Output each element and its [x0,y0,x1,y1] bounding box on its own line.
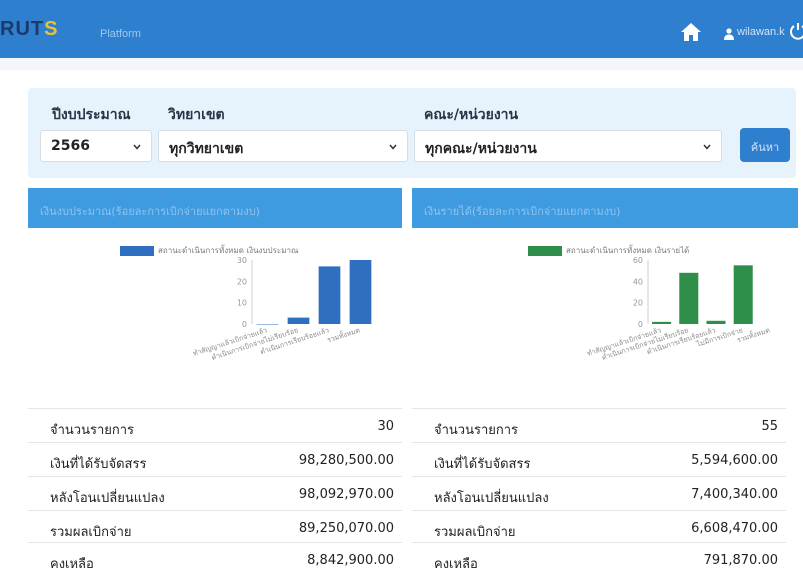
logout-icon[interactable] [790,22,803,40]
legend-swatch [120,245,154,256]
chart-bar[interactable] [706,320,726,324]
y-tick-label: 40 [633,277,643,286]
budget-card-header: เงินงบประมาณ(ร้อยละการเบิกจ่ายแยกตามงบ) [28,188,402,228]
year-label: ปีงบประมาณ [52,107,131,123]
y-tick-label: 10 [237,299,247,308]
faculty-label: คณะ/หน่วยงาน [424,107,519,123]
stat-value: 55 [761,419,778,434]
platform-label: Platform [100,28,141,40]
top-navbar: RUTS Platform wilawan.k [0,0,803,58]
stat-label: คงเหลือ [50,557,94,572]
year-select[interactable]: 2566 [40,130,152,162]
y-tick-label: 30 [237,256,247,265]
chart-bar[interactable] [679,272,699,324]
stat-label: หลังโอนเปลี่ยนแปลง [50,491,165,506]
faculty-select[interactable]: ทุกคณะ/หน่วยงาน [414,130,722,162]
chart-bar[interactable] [733,265,753,324]
legend-swatch [528,245,562,256]
revenue-bar-chart: 0204060ทำสัญญาแล้วเบิกจ่ายแล้วดำเนินการเ… [586,256,771,362]
stat-row: เงินที่ได้รับจัดสรร 98,280,500.00 [28,442,402,476]
chart-legend: สถานะดำเนินการทั้งหมด เงินงบประมาณ [120,244,298,257]
chevron-down-icon [389,144,397,150]
budget-status-chart: สถานะดำเนินการทั้งหมด เงินงบประมาณ 0 10 20… [28,236,402,406]
stat-row: จำนวนรายการ 30 [28,408,402,442]
chevron-down-icon [703,144,711,150]
filter-panel: ปีงบประมาณ 2566 วิทยาเขต ทุกวิทยาเขต คณะ… [28,88,796,178]
chart-legend: สถานะดำเนินการทั้งหมด เงินรายได้ [528,244,689,257]
stat-value: 98,280,500.00 [298,453,394,468]
stat-row: หลังโอนเปลี่ยนแปลง 7,400,340.00 [412,476,786,510]
budget-bar-chart: 0102030ทำสัญญาแล้วเบิกจ่ายแล้วดำเนินการเ… [192,256,372,362]
stat-row: รวมผลเบิกจ่าย 89,250,070.00 [28,510,402,544]
stat-row: เงินที่ได้รับจัดสรร 5,594,600.00 [412,442,786,476]
stat-row: หลังโอนเปลี่ยนแปลง 98,092,970.00 [28,476,402,510]
stat-label: รวมผลเบิกจ่าย [434,525,516,540]
stat-label: หลังโอนเปลี่ยนแปลง [434,491,549,506]
stat-label: เงินที่ได้รับจัดสรร [434,457,531,472]
x-tick-label: รวมทั้งหมด [325,323,361,344]
stat-label: เงินที่ได้รับจัดสรร [50,457,147,472]
stat-value: 5,594,600.00 [691,453,778,468]
campus-label: วิทยาเขต [168,107,225,123]
campus-select[interactable]: ทุกวิทยาเขต [158,130,408,162]
y-tick-label: 20 [237,277,247,286]
stat-label: คงเหลือ [434,557,478,572]
user-icon [724,28,734,40]
chart-bar[interactable] [287,317,310,324]
stat-row: คงเหลือ 8,842,900.00 [28,542,402,576]
stat-value: 791,870.00 [703,553,778,568]
chart-bar[interactable] [318,266,341,324]
search-button[interactable]: ค้นหา [740,128,790,162]
stat-value: 98,092,970.00 [298,487,394,502]
home-icon[interactable] [680,22,702,42]
stat-row: รวมผลเบิกจ่าย 6,608,470.00 [412,510,786,544]
stat-label: จำนวนรายการ [50,423,135,438]
chart-bar[interactable] [256,324,279,325]
stat-value: 7,400,340.00 [691,487,778,502]
chart-bar[interactable] [349,260,372,324]
brand-logo[interactable]: RUTS [0,18,58,41]
y-tick-label: 0 [638,320,643,329]
revenue-card-header: เงินรายได้(ร้อยละการเบิกจ่ายแยกตามงบ) [412,188,798,228]
username-link[interactable]: wilawan.k [737,26,785,38]
chart-bar[interactable] [652,321,672,324]
stat-value: 89,250,070.00 [298,521,394,536]
revenue-status-chart: สถานะดำเนินการทั้งหมด เงินรายได้ 0 20 40 60… [412,236,798,406]
y-tick-label: 0 [242,320,247,329]
stat-value: 6,608,470.00 [691,521,778,536]
stat-value: 8,842,900.00 [307,553,394,568]
sub-header-strip [0,58,803,70]
y-tick-label: 20 [633,299,643,308]
stat-value: 30 [377,419,394,434]
stat-row: จำนวนรายการ 55 [412,408,786,442]
y-tick-label: 60 [633,256,643,265]
stat-row: คงเหลือ 791,870.00 [412,542,786,576]
stat-label: รวมผลเบิกจ่าย [50,525,132,540]
chevron-down-icon [133,144,141,150]
stat-label: จำนวนรายการ [434,423,519,438]
